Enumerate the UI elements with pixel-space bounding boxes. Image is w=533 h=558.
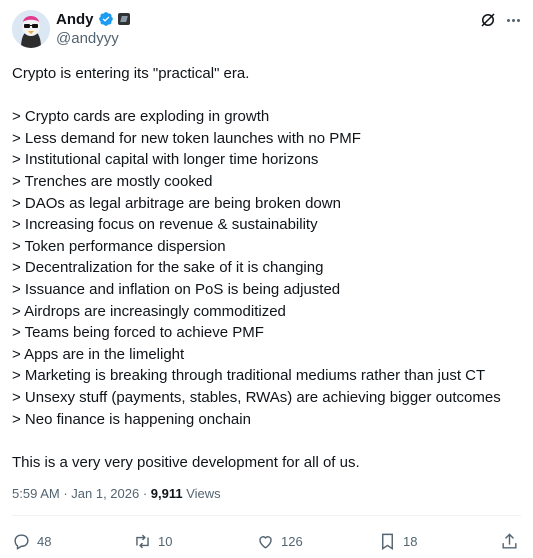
views-label: Views (182, 486, 221, 501)
bookmark-icon (382, 533, 393, 550)
tweet-time[interactable]: 5:59 AM (12, 486, 60, 501)
like-button[interactable]: 126 (256, 528, 303, 554)
reply-icon (14, 533, 29, 550)
bookmark-count: 18 (403, 533, 418, 549)
tweet-date[interactable]: Jan 1, 2026 (71, 486, 139, 501)
affiliate-badge-icon[interactable] (117, 13, 130, 25)
tweet-text-line: > Apps are in the limelight (12, 345, 185, 363)
tweet-text-line: > Airdrops are increasingly commoditized (12, 302, 286, 320)
tweet-text-line: > Crypto cards are exploding in growth (12, 108, 270, 126)
like-icon (259, 535, 272, 549)
author-name-row: Andy (56, 10, 130, 28)
tweet-text-line: > Marketing is breaking through traditio… (12, 367, 486, 385)
tweet-text-line: This is a very very positive development… (12, 453, 360, 471)
verified-badge-icon (98, 12, 113, 26)
tweet-text: Crypto is entering its "practical" era. >… (12, 63, 527, 473)
tweet-text-line: > Trenches are mostly cooked (12, 172, 213, 190)
tweet-text-line: > DAOs as legal arbitrage are being brok… (12, 194, 341, 212)
more-icon[interactable] (503, 11, 523, 29)
reply-count: 48 (37, 533, 52, 549)
tweet-text-line: > Teams being forced to achieve PMF (12, 324, 264, 342)
views-count: 9,911 (150, 486, 183, 501)
tweet-card: Andy @andyyy Crypto is entering its "pra… (0, 0, 533, 558)
grok-icon[interactable] (479, 11, 497, 29)
tweet-text-line: > Increasing focus on revenue & sustaina… (12, 216, 318, 234)
tweet-text-line: > Decentralization for the sake of it is… (12, 259, 324, 277)
tweet-text-line: > Token performance dispersion (12, 237, 226, 255)
author-display-name[interactable]: Andy (56, 11, 94, 28)
tweet-text-line: > Less demand for new token launches wit… (12, 129, 361, 147)
divider (12, 515, 521, 516)
like-count: 126 (281, 533, 303, 549)
avatar[interactable] (12, 10, 50, 48)
repost-button[interactable]: 10 (133, 528, 172, 554)
author-handle[interactable]: @andyyy (56, 30, 119, 47)
tweet-text-line: > Unsexy stuff (payments, stables, RWAs)… (12, 388, 501, 406)
action-bar: 48 10 126 18 (0, 528, 533, 554)
tweet-meta: 5:59 AM · Jan 1, 2026 · 9,911 Views (12, 486, 221, 501)
reply-button[interactable]: 48 (12, 528, 51, 554)
share-icon (502, 532, 517, 549)
tweet-text-line: > Institutional capital with longer time… (12, 151, 319, 169)
repost-icon (136, 534, 149, 548)
tweet-text-line: > Issuance and inflation on PoS is being… (12, 280, 341, 298)
tweet-text-line: > Neo finance is happening onchain (12, 410, 251, 428)
meta-separator-2: · (139, 486, 151, 501)
bookmark-button[interactable]: 18 (378, 528, 417, 554)
share-button[interactable] (500, 528, 519, 554)
meta-separator: · (59, 486, 72, 501)
repost-count: 10 (158, 533, 173, 549)
tweet-text-line: Crypto is entering its "practical" era. (12, 65, 250, 82)
